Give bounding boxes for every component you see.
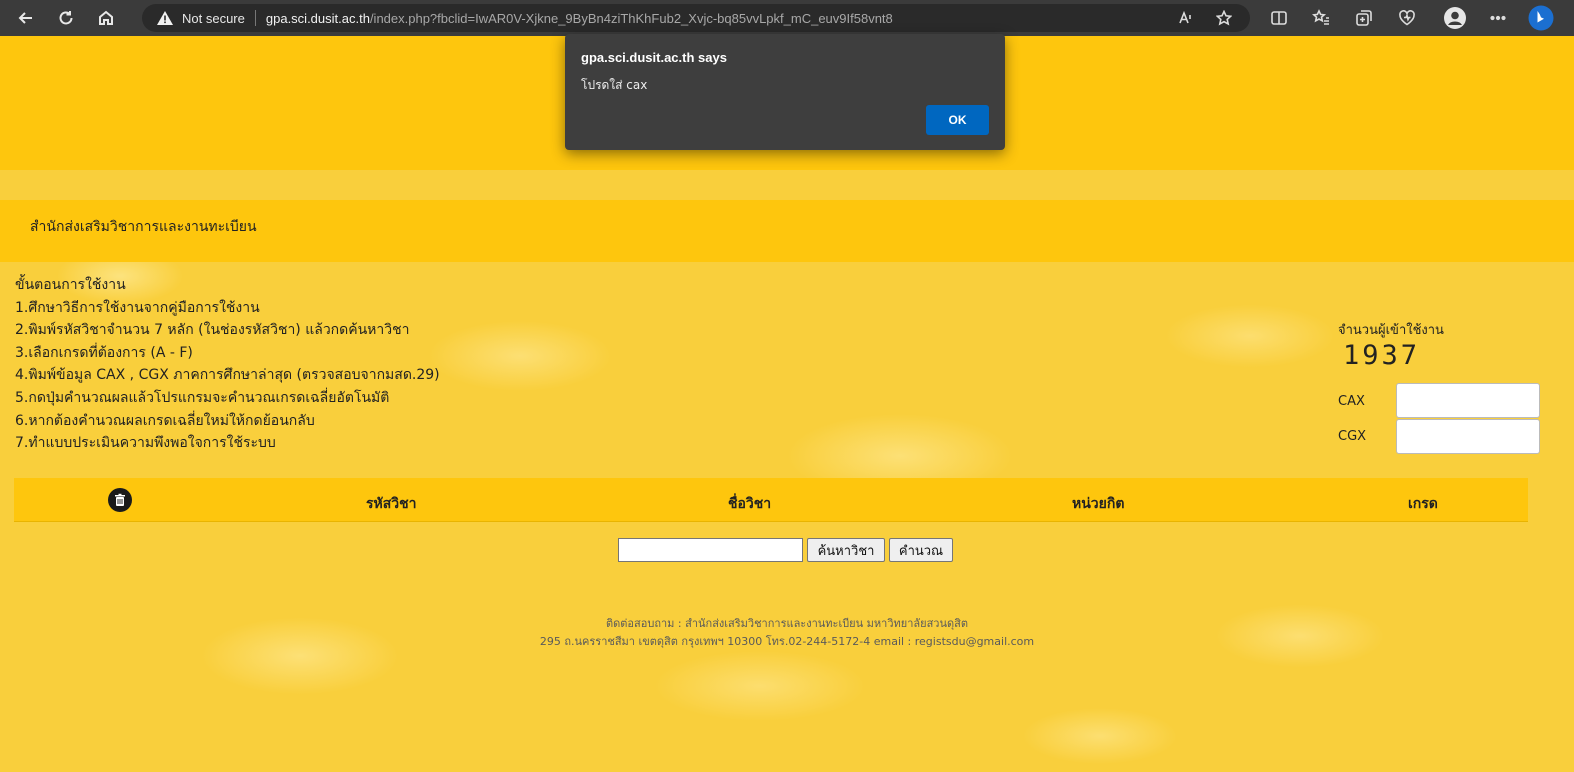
- cgx-label: CGX: [1338, 429, 1367, 444]
- column-header-grade: เกรด: [1408, 496, 1438, 512]
- instruction-step: 6.หากต้องคำนวณผลเกรดเฉลี่ยใหม่ให้กดย้อนก…: [15, 412, 315, 429]
- address-bar[interactable]: Not secure gpa.sci.dusit.ac.th /index.ph…: [142, 4, 1250, 32]
- instruction-step: 7.ทำแบบประเมินความพึงพอใจการใช้ระบบ: [15, 435, 276, 452]
- home-button[interactable]: [88, 4, 124, 32]
- split-screen-icon[interactable]: [1270, 9, 1288, 27]
- dialog-message: โปรดใส่ cax: [581, 78, 648, 92]
- url-host: gpa.sci.dusit.ac.th: [265, 10, 370, 26]
- instruction-step: 3.เลือกเกรดที่ต้องการ (A - F): [15, 344, 193, 361]
- column-header-credits: หน่วยกิต: [1072, 496, 1125, 512]
- favorite-star-icon[interactable]: [1215, 9, 1233, 26]
- refresh-icon: [59, 11, 73, 25]
- cgx-input[interactable]: [1396, 419, 1540, 454]
- back-button[interactable]: [8, 4, 44, 32]
- more-options-icon[interactable]: [1489, 9, 1507, 27]
- office-name: สำนักส่งเสริมวิชาการและงานทะเบียน: [30, 219, 257, 235]
- refresh-button[interactable]: [48, 4, 84, 32]
- browser-toolbar: Not secure gpa.sci.dusit.ac.th /index.ph…: [0, 0, 1574, 36]
- warning-icon: [157, 11, 173, 25]
- favorites-icon[interactable]: [1311, 9, 1330, 27]
- collections-icon[interactable]: [1355, 9, 1373, 27]
- visitor-count-label: จำนวนผู้เข้าใช้งาน: [1338, 323, 1444, 338]
- address-separator: [254, 10, 256, 26]
- read-aloud-icon[interactable]: [1178, 10, 1194, 26]
- column-header-course-name: ชื่อวิชา: [728, 496, 772, 512]
- footer-contact: ติดต่อสอบถาม : สำนักส่งเสริมวิชาการและงา…: [606, 617, 968, 630]
- course-code-input[interactable]: [618, 538, 803, 562]
- instructions: ขั้นตอนการใช้งาน 1.ศึกษาวิธีการใช้งานจาก…: [15, 274, 440, 455]
- course-table-header: รหัสวิชา ชื่อวิชา หน่วยกิต เกรด: [14, 478, 1528, 522]
- profile-avatar-icon[interactable]: [1443, 6, 1467, 30]
- browser-essentials-icon[interactable]: [1398, 9, 1416, 27]
- instruction-step: 1.ศึกษาวิธีการใช้งานจากคู่มือการใช้งาน: [15, 299, 260, 316]
- visitor-count: 1937: [1343, 340, 1421, 371]
- footer-address: 295 ถ.นครราชสีมา เขตดุสิต กรุงเทพฯ 10300…: [539, 635, 1035, 648]
- search-course-button[interactable]: ค้นหาวิชา: [807, 538, 885, 562]
- column-header-course-code: รหัสวิชา: [366, 496, 417, 512]
- dialog-ok-button[interactable]: OK: [926, 105, 989, 135]
- instructions-heading: ขั้นตอนการใช้งาน: [15, 277, 126, 293]
- security-label[interactable]: Not secure: [182, 11, 245, 26]
- calculate-button[interactable]: คำนวณ: [889, 538, 953, 562]
- alert-dialog: gpa.sci.dusit.ac.th says โปรดใส่ cax OK: [565, 34, 1005, 150]
- home-icon: [99, 10, 113, 25]
- cax-input[interactable]: [1396, 383, 1540, 418]
- instruction-step: 2.พิมพ์รหัสวิชาจำนวน 7 หลัก (ในช่องรหัสว…: [15, 322, 410, 339]
- dialog-title: gpa.sci.dusit.ac.th says: [581, 50, 727, 65]
- cax-label: CAX: [1338, 394, 1365, 409]
- instruction-step: 4.พิมพ์ข้อมูล CAX , CGX ภาคการศึกษาล่าสุ…: [15, 367, 440, 384]
- bing-chat-icon[interactable]: [1528, 5, 1554, 31]
- back-arrow-icon: [18, 12, 32, 24]
- trash-icon[interactable]: [108, 488, 132, 512]
- instruction-step: 5.กดปุ่มคำนวณผลแล้วโปรแกรมจะคำนวณเกรดเฉล…: [15, 389, 390, 406]
- url-path: /index.php?fbclid=IwAR0V-Xjkne_9ByBn4ziT…: [369, 10, 893, 26]
